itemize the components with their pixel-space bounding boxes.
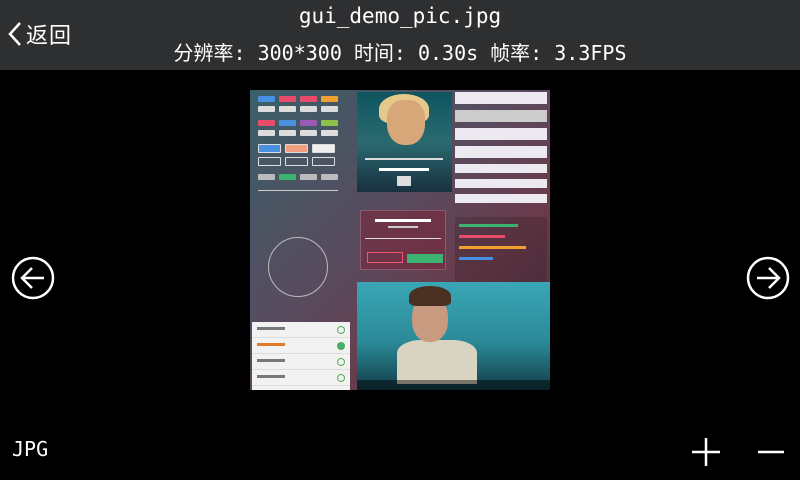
image-buttons-panel <box>258 92 346 300</box>
top-bar: 返回 gui_demo_pic.jpg 分辨率: 300*300 时间: 0.30… <box>0 0 800 70</box>
circle-arrow-right-icon <box>746 256 790 300</box>
resolution-info: 分辨率: 300*300 <box>173 41 342 65</box>
plus-icon <box>692 438 720 466</box>
image-photo-panel <box>357 282 550 390</box>
minus-icon <box>758 450 784 454</box>
file-name: gui_demo_pic.jpg <box>298 4 502 28</box>
image-controls-panel <box>455 92 547 283</box>
image-format-label: JPG <box>12 437 49 461</box>
image-player-panel <box>360 210 446 270</box>
image-music-panel <box>357 92 452 192</box>
zoom-out-button[interactable] <box>750 432 790 472</box>
fps-info: 帧率: 3.3FPS <box>490 41 627 65</box>
image-viewer <box>250 90 550 390</box>
image-list-panel <box>252 322 350 390</box>
next-image-button[interactable] <box>746 256 790 300</box>
image-info: 分辨率: 300*300 时间: 0.30s 帧率: 3.3FPS <box>0 37 800 66</box>
previous-image-button[interactable] <box>11 256 55 300</box>
decode-time-info: 时间: 0.30s <box>353 41 479 65</box>
circle-arrow-left-icon <box>11 256 55 300</box>
zoom-in-button[interactable] <box>686 432 726 472</box>
